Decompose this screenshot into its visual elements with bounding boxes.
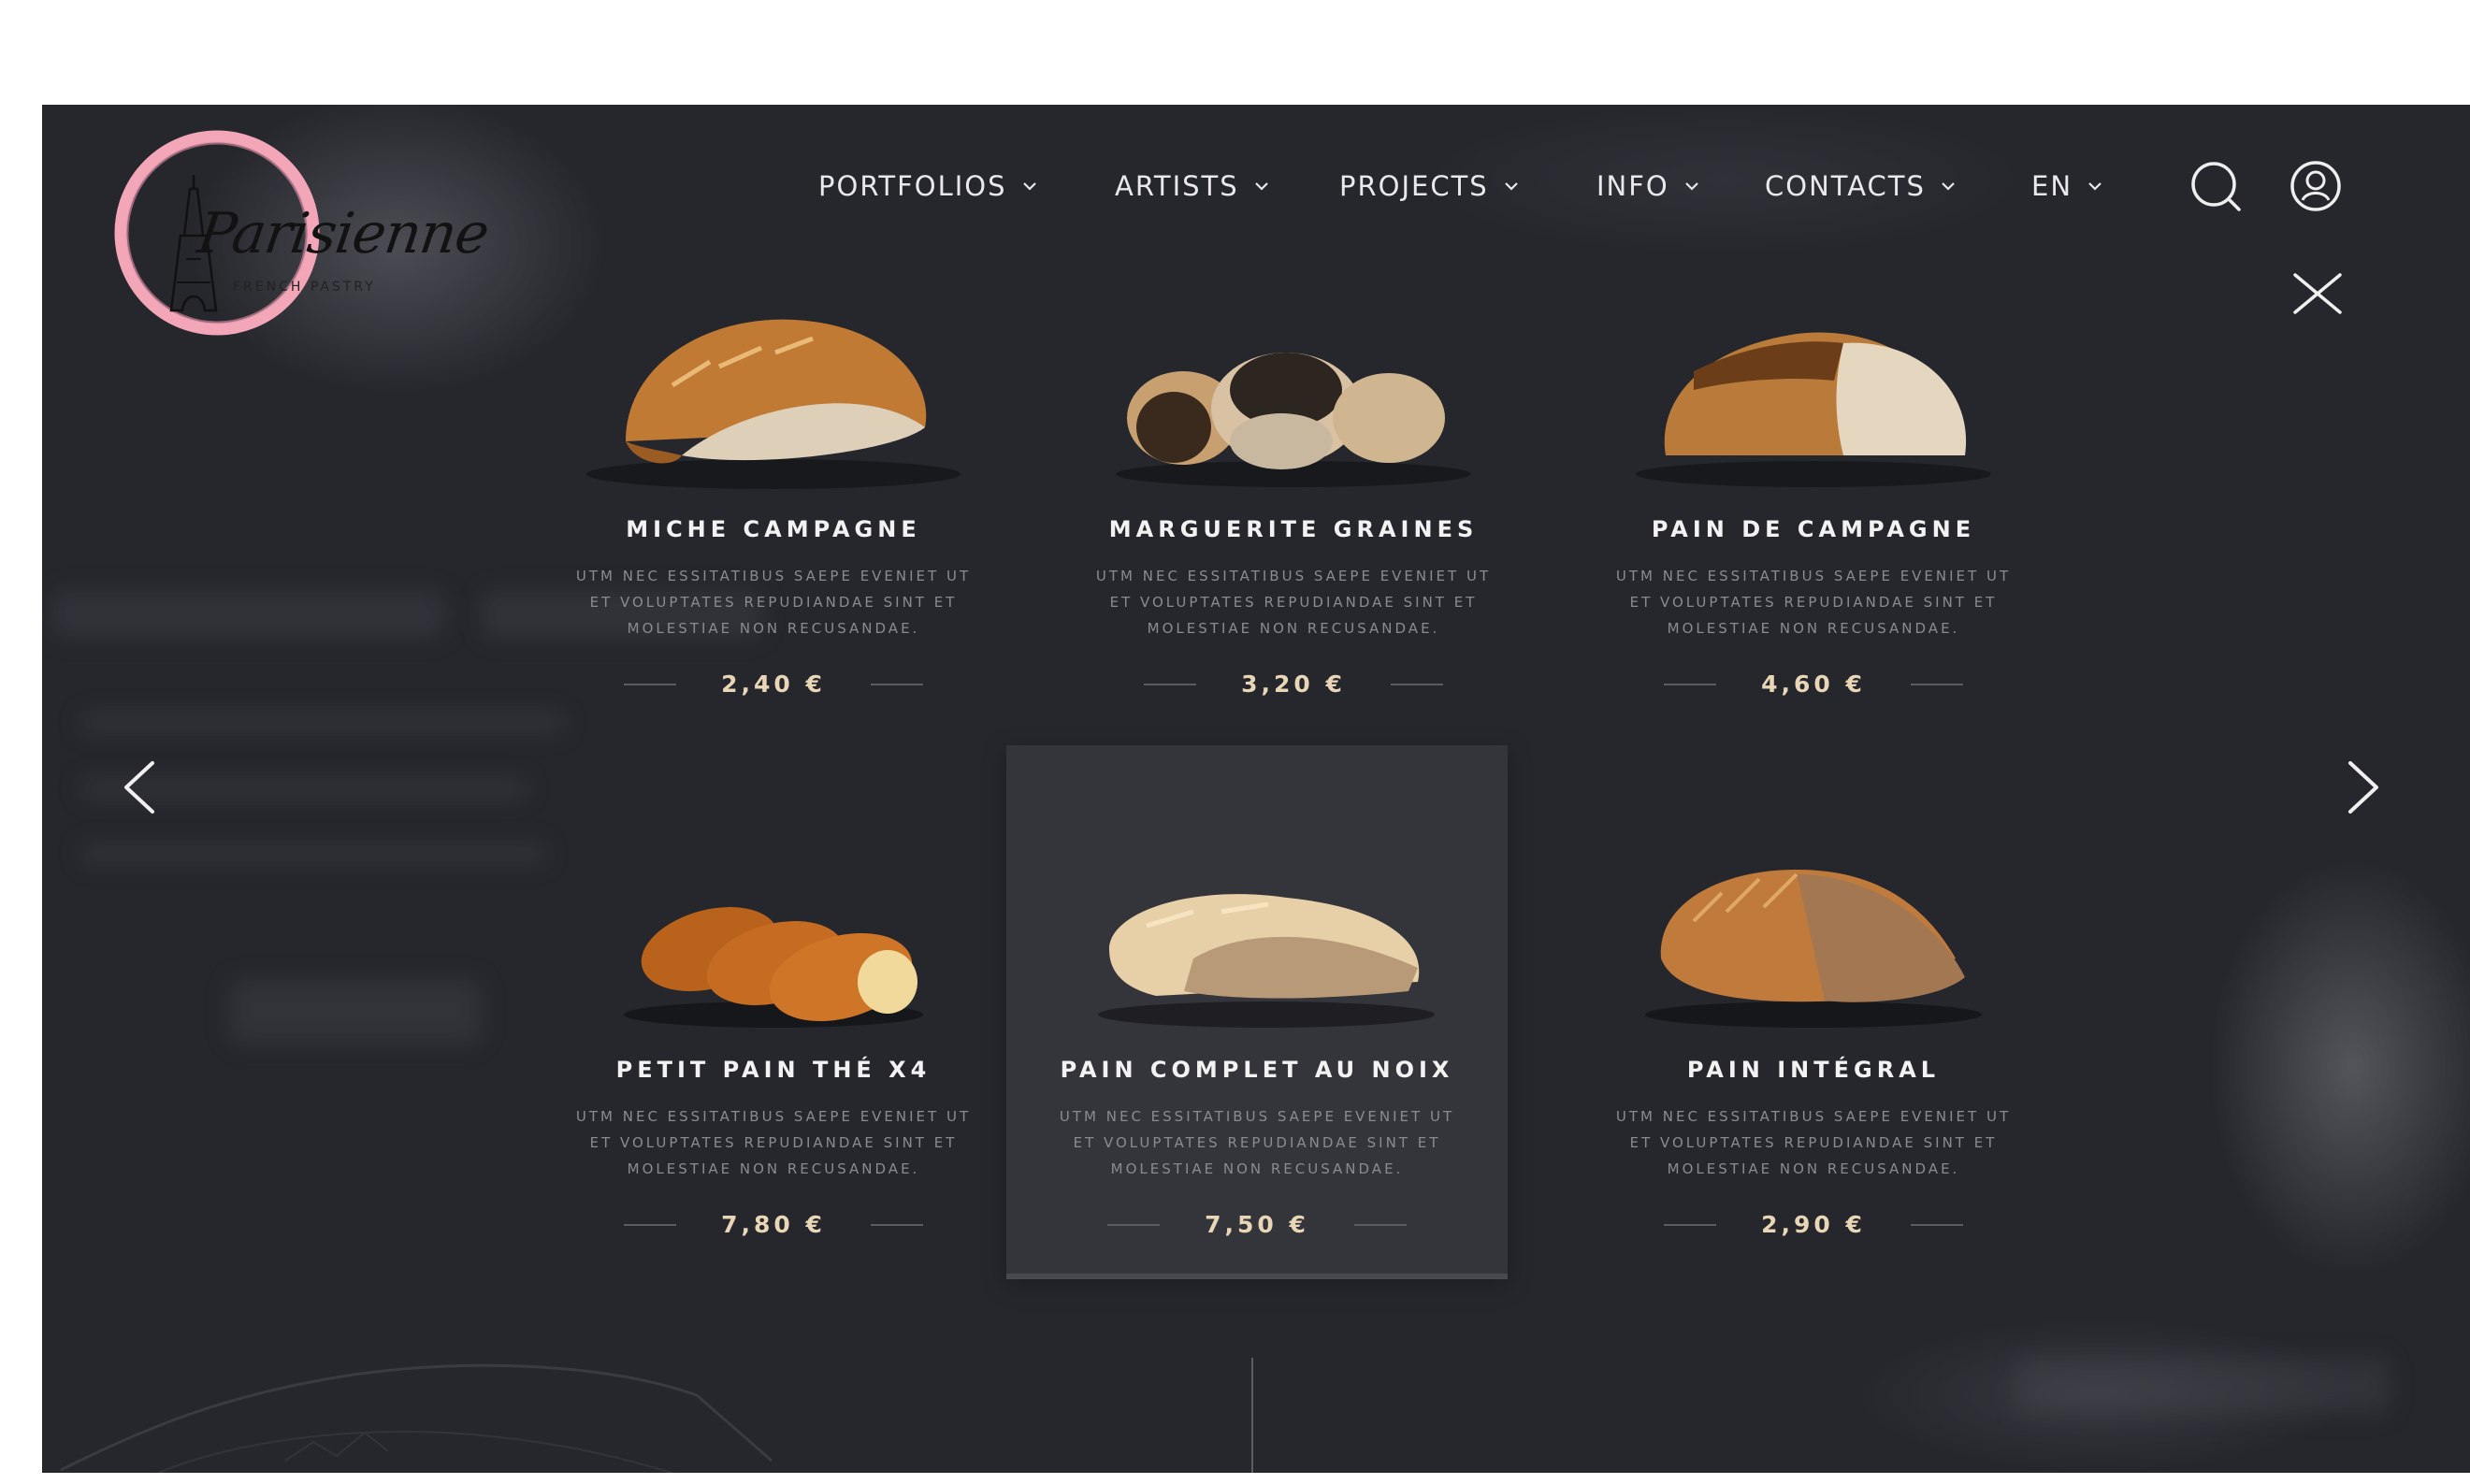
product-card[interactable]: MARGUERITE GRAINES UTM NEC ESSITATIBUS S… [1043, 278, 1544, 811]
chevron-down-icon [1022, 182, 1036, 191]
bread-image [1636, 332, 1991, 487]
product-price: 7,50 € [1006, 1211, 1508, 1238]
product-price: 7,80 € [523, 1211, 1024, 1238]
product-card[interactable]: PAIN DE CAMPAGNE UTM NEC ESSITATIBUS SAE… [1563, 278, 2064, 811]
price-value: 4,60 € [1761, 670, 1866, 698]
nav-item-language[interactable]: EN [2031, 153, 2102, 219]
page-stage: Parisienne FRENCH PASTRY PORTFOLIOS ARTI… [42, 105, 2470, 1473]
product-title: PAIN COMPLET AU NOIX [1060, 1057, 1454, 1083]
nav-item-info[interactable]: INFO [1596, 153, 1699, 219]
price-divider [1664, 683, 1717, 685]
chevron-right-icon[interactable] [2343, 757, 2386, 817]
product-title: PAIN INTÉGRAL [1686, 1057, 1941, 1083]
bread-image [1116, 353, 1471, 487]
chevron-down-icon [1942, 182, 1955, 191]
price-value: 7,80 € [721, 1211, 826, 1238]
chevron-down-icon [1684, 182, 1698, 191]
nav-item-contacts[interactable]: CONTACTS [1765, 153, 1956, 219]
chevron-left-icon[interactable] [117, 757, 160, 817]
bread-image [624, 907, 923, 1028]
search-icon[interactable] [2188, 160, 2245, 212]
product-price: 2,90 € [1563, 1211, 2064, 1238]
product-description: UTM NEC ESSITATIBUS SAEPE EVENIET UT ET … [575, 568, 972, 637]
brand-tagline: FRENCH PASTRY [233, 280, 376, 295]
price-divider [1390, 683, 1443, 685]
product-title: PAIN DE CAMPAGNE [1651, 516, 1976, 542]
price-value: 7,50 € [1205, 1211, 1309, 1238]
bread-image [1098, 894, 1435, 1028]
nav-item-label: EN [2031, 170, 2073, 202]
brand-name: Parisienne [194, 201, 493, 267]
nav-item-label: PORTFOLIOS [818, 170, 1007, 202]
chevron-down-icon [1504, 182, 1518, 191]
nav-item-label: CONTACTS [1765, 170, 1926, 202]
nav-item-label: INFO [1596, 170, 1669, 202]
price-divider [870, 1223, 923, 1226]
product-title: MARGUERITE GRAINES [1108, 516, 1479, 542]
nav-item-label: PROJECTS [1339, 170, 1489, 202]
price-divider [1144, 683, 1197, 685]
price-value: 3,20 € [1241, 670, 1346, 698]
price-divider [1910, 1223, 1963, 1226]
nav-item-portfolios[interactable]: PORTFOLIOS [818, 153, 1037, 219]
bread-image [1645, 870, 1982, 1028]
nav-item-projects[interactable]: PROJECTS [1339, 153, 1519, 219]
price-value: 2,40 € [721, 670, 826, 698]
nav-item-artists[interactable]: ARTISTS [1115, 153, 1269, 219]
price-divider [870, 683, 923, 685]
chevron-down-icon [2088, 182, 2102, 191]
product-description: UTM NEC ESSITATIBUS SAEPE EVENIET UT ET … [1095, 568, 1492, 637]
product-description: UTM NEC ESSITATIBUS SAEPE EVENIET UT ET … [1615, 568, 2012, 637]
product-card[interactable]: PAIN INTÉGRAL UTM NEC ESSITATIBUS SAEPE … [1563, 818, 2064, 1351]
section-divider [1251, 1358, 1253, 1473]
user-icon[interactable] [2289, 160, 2342, 212]
brand-logo[interactable]: Parisienne FRENCH PASTRY [109, 128, 493, 343]
product-price: 2,40 € [523, 670, 1024, 698]
product-description: UTM NEC ESSITATIBUS SAEPE EVENIET UT ET … [575, 1108, 972, 1177]
bread-image [586, 319, 961, 489]
product-title: MICHE CAMPAGNE [626, 516, 921, 542]
close-icon[interactable] [2291, 271, 2344, 316]
chevron-down-icon [1254, 182, 1268, 191]
price-divider [624, 683, 677, 685]
price-divider [1107, 1223, 1161, 1226]
product-card[interactable]: PETIT PAIN THÉ X4 UTM NEC ESSITATIBUS SA… [523, 818, 1024, 1351]
product-card-selected[interactable]: PAIN COMPLET AU NOIX UTM NEC ESSITATIBUS… [1006, 745, 1508, 1279]
product-card[interactable]: MICHE CAMPAGNE UTM NEC ESSITATIBUS SAEPE… [523, 278, 1024, 811]
product-title: PETIT PAIN THÉ X4 [615, 1057, 932, 1083]
product-price: 4,60 € [1563, 670, 2064, 698]
price-divider [1353, 1223, 1407, 1226]
price-divider [624, 1223, 677, 1226]
price-divider [1910, 683, 1963, 685]
product-description: UTM NEC ESSITATIBUS SAEPE EVENIET UT ET … [1059, 1108, 1455, 1177]
price-divider [1664, 1223, 1717, 1226]
product-price: 3,20 € [1043, 670, 1544, 698]
product-description: UTM NEC ESSITATIBUS SAEPE EVENIET UT ET … [1615, 1108, 2012, 1177]
price-value: 2,90 € [1761, 1211, 1866, 1238]
nav-item-label: ARTISTS [1115, 170, 1239, 202]
